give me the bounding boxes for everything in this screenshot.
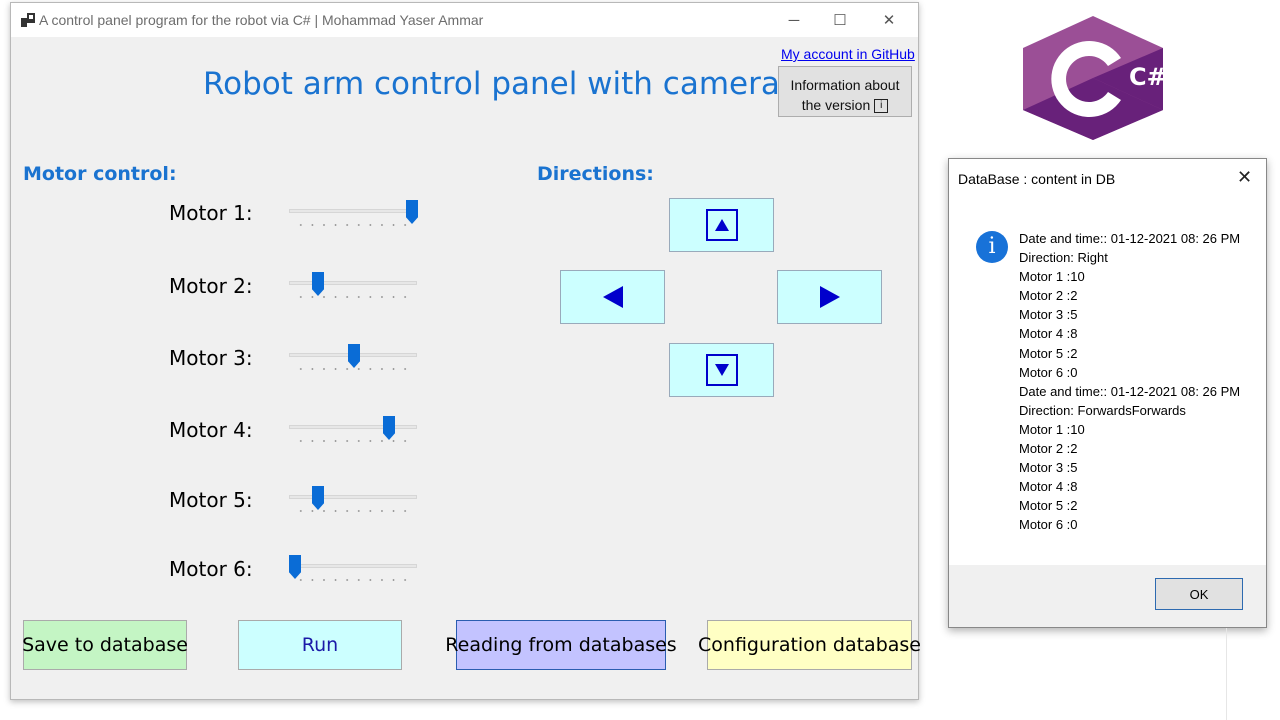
dialog-title: DataBase : content in DB xyxy=(958,171,1116,187)
slider-thumb[interactable] xyxy=(289,555,301,579)
motor-3-label: Motor 3: xyxy=(169,346,253,370)
slider-track xyxy=(289,281,417,285)
slider-track xyxy=(289,209,417,213)
message-line: Motor 6 :0 xyxy=(1019,517,1078,533)
csharp-logo: C# xyxy=(1023,16,1166,140)
slider-thumb[interactable] xyxy=(312,486,324,510)
slider-track xyxy=(289,425,417,429)
slider-ticks xyxy=(295,510,411,512)
motor-1-slider[interactable] xyxy=(289,200,418,233)
down-arrow-icon xyxy=(705,354,738,386)
info-icon: i xyxy=(874,99,889,114)
message-line: Date and time:: 01-12-2021 08: 26 PM xyxy=(1019,383,1241,399)
ok-button[interactable]: OK xyxy=(1155,578,1243,610)
window-title: A control panel program for the robot vi… xyxy=(39,12,484,28)
motor-5-label: Motor 5: xyxy=(169,488,253,512)
slider-ticks xyxy=(295,440,411,442)
motor-2-slider[interactable] xyxy=(289,272,418,305)
message-line: Motor 3 :5 xyxy=(1019,307,1078,323)
version-info-button[interactable]: Information about the version i xyxy=(778,66,912,117)
slider-thumb[interactable] xyxy=(312,272,324,296)
message-line: Motor 5 :2 xyxy=(1019,345,1078,361)
message-line: Motor 1 :10 xyxy=(1019,421,1085,437)
slider-thumb[interactable] xyxy=(406,200,418,224)
message-line: Motor 4 :8 xyxy=(1019,326,1078,342)
slider-thumb[interactable] xyxy=(383,416,395,440)
message-line: Direction: ForwardsForwards xyxy=(1019,402,1186,418)
slider-track xyxy=(289,564,417,568)
message-line: Motor 2 :2 xyxy=(1019,288,1078,304)
right-arrow-icon xyxy=(819,286,840,308)
motor-4-label: Motor 4: xyxy=(169,418,253,442)
direction-up-button[interactable] xyxy=(669,198,774,252)
message-line: Motor 5 :2 xyxy=(1019,498,1078,514)
app-icon xyxy=(21,13,35,27)
dialog-close-button[interactable]: ✕ xyxy=(1237,167,1252,188)
github-link[interactable]: My account in GitHub xyxy=(781,46,915,62)
slider-track xyxy=(289,495,417,499)
divider xyxy=(1226,628,1227,720)
motor-6-label: Motor 6: xyxy=(169,557,253,581)
message-line: Motor 4 :8 xyxy=(1019,479,1078,495)
directions-heading: Directions: xyxy=(537,163,654,185)
run-button[interactable]: Run xyxy=(238,620,402,670)
slider-ticks xyxy=(295,224,411,226)
info-icon: i xyxy=(976,231,1008,263)
direction-left-button[interactable] xyxy=(560,270,665,324)
close-button[interactable]: ✕ xyxy=(866,3,912,37)
main-window: A control panel program for the robot vi… xyxy=(10,2,921,700)
motor-5-slider[interactable] xyxy=(289,486,418,519)
direction-right-button[interactable] xyxy=(777,270,882,324)
logo-text: C# xyxy=(1129,63,1166,91)
motor-1-label: Motor 1: xyxy=(169,201,253,225)
message-line: Date and time:: 01-12-2021 08: 26 PM xyxy=(1019,231,1241,246)
motor-control-heading: Motor control: xyxy=(23,163,177,185)
motor-4-slider[interactable] xyxy=(289,416,418,449)
message-line: Motor 2 :2 xyxy=(1019,441,1078,457)
message-line: Motor 6 :0 xyxy=(1019,364,1078,380)
database-dialog: DataBase : content in DB ✕ i Date and ti… xyxy=(948,158,1267,628)
message-line: Motor 1 :10 xyxy=(1019,269,1085,285)
slider-ticks xyxy=(295,296,411,298)
configuration-database-button[interactable]: Configuration database xyxy=(698,620,921,670)
slider-ticks xyxy=(295,579,411,581)
motor-2-label: Motor 2: xyxy=(169,274,253,298)
left-arrow-icon xyxy=(602,286,623,308)
dialog-message: Date and time:: 01-12-2021 08: 26 PM Dir… xyxy=(1019,229,1240,535)
motor-6-slider[interactable] xyxy=(289,555,418,588)
maximize-button[interactable]: ☐ xyxy=(817,3,863,37)
direction-down-button[interactable] xyxy=(669,343,774,397)
dialog-footer: OK xyxy=(949,565,1266,627)
slider-ticks xyxy=(295,368,411,370)
motor-3-slider[interactable] xyxy=(289,344,418,377)
read-databases-button[interactable]: Reading from databases xyxy=(445,620,677,670)
message-line: Direction: Right xyxy=(1019,250,1108,266)
save-to-database-button[interactable]: Save to database xyxy=(22,620,188,670)
title-bar[interactable]: A control panel program for the robot vi… xyxy=(11,3,918,37)
app-title: Robot arm control panel with camera xyxy=(203,66,780,102)
up-arrow-icon xyxy=(705,209,738,241)
minimize-button[interactable]: ─ xyxy=(771,3,817,37)
message-line: Motor 3 :5 xyxy=(1019,460,1078,476)
slider-thumb[interactable] xyxy=(348,344,360,368)
